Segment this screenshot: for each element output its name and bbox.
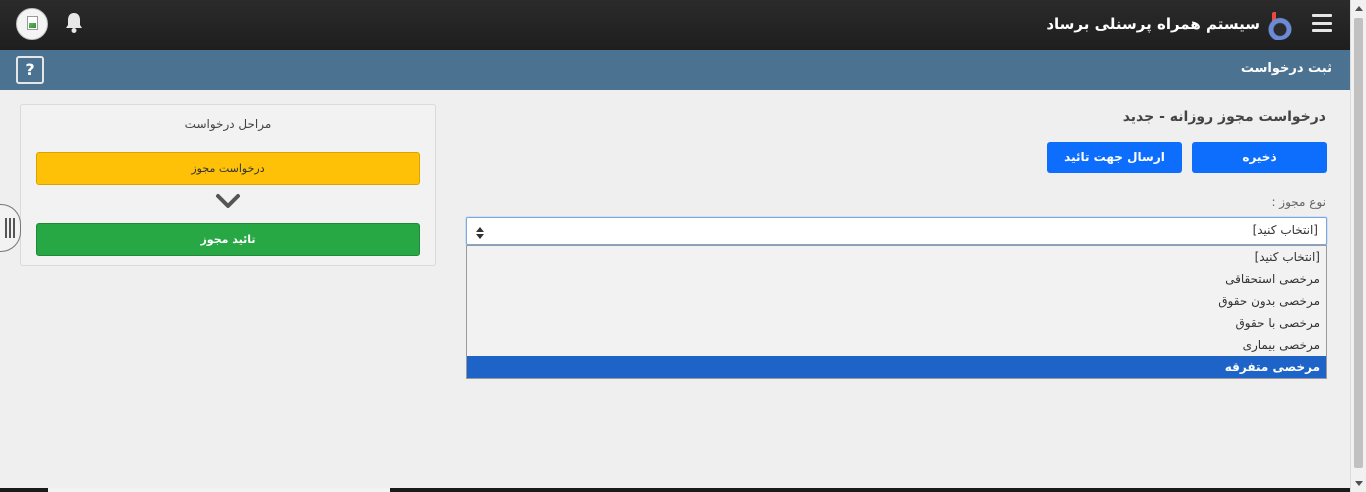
side-handle-icon[interactable]: [0, 204, 21, 252]
help-button[interactable]: ?: [16, 56, 44, 84]
page-title: ثبت درخواست: [1240, 61, 1332, 76]
permit-type-dropdown: [انتخاب کنید] مرخصی استحقاقی مرخصی بدون …: [466, 245, 1327, 379]
bell-icon[interactable]: [65, 12, 83, 34]
permit-type-select[interactable]: [انتخاب کنید]: [466, 217, 1327, 245]
scroll-down-icon[interactable]: [1355, 481, 1363, 486]
form-title: درخواست مجوز روزانه - جدید: [1122, 109, 1326, 125]
bottom-bar-segment: [48, 488, 390, 492]
hamburger-icon[interactable]: [1312, 14, 1332, 32]
dropdown-option[interactable]: مرخصی بدون حقوق: [467, 290, 1326, 312]
app-title: سیستم همراه پرسنلی برساد: [1046, 15, 1260, 33]
steps-title: مراحل درخواست: [184, 117, 272, 131]
select-value: [انتخاب کنید]: [1252, 223, 1318, 237]
dropdown-option[interactable]: مرخصی بیماری: [467, 334, 1326, 356]
bottom-bar: [0, 488, 1350, 492]
select-updown-icon: [476, 225, 484, 239]
avatar-icon[interactable]: [16, 8, 48, 40]
send-for-approval-button[interactable]: ارسال جهت تائید: [1047, 142, 1182, 173]
permit-type-label: نوع مجوز :: [1271, 195, 1326, 209]
request-steps-panel: مراحل درخواست درخواست مجوز تائید مجوز: [20, 104, 436, 266]
scroll-thumb[interactable]: [1354, 18, 1363, 468]
dropdown-option[interactable]: [انتخاب کنید]: [467, 246, 1326, 268]
save-button[interactable]: ذخیره: [1192, 142, 1327, 173]
page-header-bar: ثبت درخواست: [0, 50, 1350, 90]
chevron-down-icon: [215, 193, 241, 209]
app-logo-icon: [1268, 10, 1292, 40]
dropdown-option-highlighted[interactable]: مرخصی متفرقه: [467, 356, 1326, 378]
scroll-up-icon[interactable]: [1355, 6, 1363, 11]
vertical-scrollbar[interactable]: [1350, 0, 1366, 492]
top-navbar: سیستم همراه پرسنلی برساد: [0, 0, 1350, 50]
dropdown-option[interactable]: مرخصی با حقوق: [467, 312, 1326, 334]
step-request-permit: درخواست مجوز: [36, 152, 420, 185]
step-approve-permit: تائید مجوز: [36, 223, 420, 256]
dropdown-option[interactable]: مرخصی استحقاقی: [467, 268, 1326, 290]
